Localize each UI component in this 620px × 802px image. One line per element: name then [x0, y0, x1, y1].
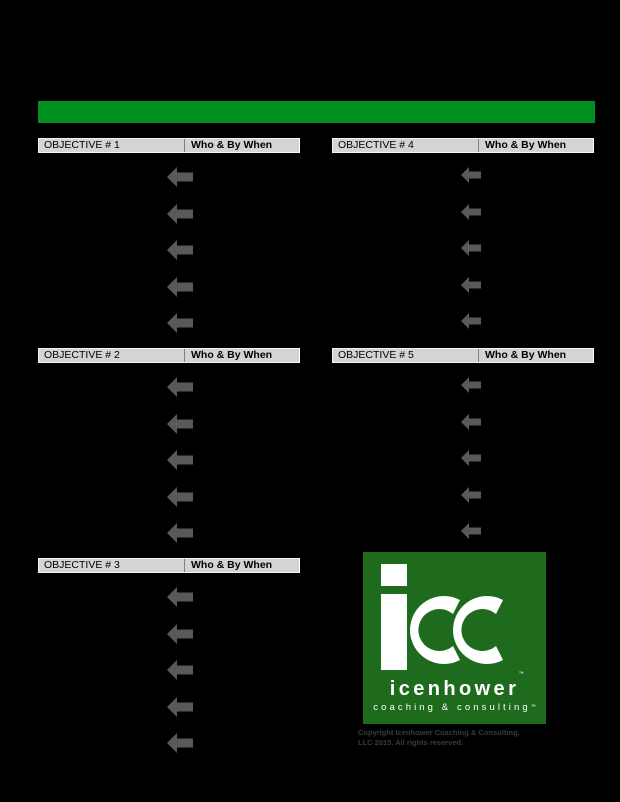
- objective-row: [332, 400, 594, 437]
- objective-row: [38, 299, 300, 336]
- objective-header-4: OBJECTIVE # 4 Who & By When: [332, 138, 594, 153]
- copyright-notice: Copyright Icenhower Coaching & Consultin…: [358, 728, 520, 747]
- left-arrow-icon: [460, 376, 482, 394]
- objective-rows-1: [38, 153, 300, 336]
- objective-row: [332, 363, 594, 400]
- left-arrow-icon: [460, 239, 482, 257]
- objective-who-label-1: Who & By When: [191, 139, 273, 151]
- objective-title-3: OBJECTIVE # 3: [39, 559, 185, 572]
- objective-block-3: OBJECTIVE # 3 Who & By When: [38, 558, 300, 756]
- logo-tagline: coaching & consulting™: [363, 702, 546, 713]
- objective-row: [38, 263, 300, 300]
- objective-rows-2: [38, 363, 300, 546]
- left-arrow-icon: [166, 486, 194, 508]
- left-arrow-icon: [460, 203, 482, 221]
- objective-row: [332, 509, 594, 546]
- left-arrow-icon: [166, 449, 194, 471]
- left-arrow-icon: [460, 312, 482, 330]
- objective-row: [38, 400, 300, 437]
- objective-rows-3: [38, 573, 300, 756]
- objective-block-4: OBJECTIVE # 4 Who & By When: [332, 138, 594, 336]
- left-arrow-icon: [166, 276, 194, 298]
- objective-who-label-3: Who & By When: [191, 559, 273, 571]
- objective-row: [38, 509, 300, 546]
- left-arrow-icon: [166, 659, 194, 681]
- left-arrow-icon: [460, 486, 482, 504]
- left-arrow-icon: [166, 732, 194, 754]
- left-arrow-icon: [166, 586, 194, 608]
- left-arrow-icon: [166, 312, 194, 334]
- left-arrow-icon: [166, 413, 194, 435]
- objective-title-5: OBJECTIVE # 5: [333, 349, 479, 362]
- left-arrow-icon: [166, 623, 194, 645]
- objective-row: [332, 473, 594, 510]
- icc-monogram-icon: [373, 558, 523, 676]
- objective-block-1: OBJECTIVE # 1 Who & By When: [38, 138, 300, 336]
- green-header-banner: [38, 101, 595, 123]
- left-arrow-icon: [460, 413, 482, 431]
- objective-title-4: OBJECTIVE # 4: [333, 139, 479, 152]
- objective-block-2: OBJECTIVE # 2 Who & By When: [38, 348, 300, 546]
- objective-who-label-4: Who & By When: [485, 139, 567, 151]
- tagline-trademark-icon: ™: [530, 704, 536, 710]
- left-arrow-icon: [460, 449, 482, 467]
- left-arrow-icon: [166, 166, 194, 188]
- left-arrow-icon: [166, 239, 194, 261]
- objective-row: [38, 436, 300, 473]
- objective-header-5: OBJECTIVE # 5 Who & By When: [332, 348, 594, 363]
- objective-row: [332, 226, 594, 263]
- objective-header-3: OBJECTIVE # 3 Who & By When: [38, 558, 300, 573]
- objective-row: [38, 473, 300, 510]
- left-arrow-icon: [166, 522, 194, 544]
- objective-row: [332, 263, 594, 300]
- logo-wordmark: icenhower: [389, 678, 520, 700]
- objective-block-5: OBJECTIVE # 5 Who & By When: [332, 348, 594, 546]
- objective-row: [332, 436, 594, 473]
- objective-title-1: OBJECTIVE # 1: [39, 139, 185, 152]
- objective-row: [38, 153, 300, 190]
- left-arrow-icon: [460, 522, 482, 540]
- left-arrow-icon: [460, 276, 482, 294]
- trademark-icon: ™: [518, 671, 524, 677]
- objective-row: [332, 299, 594, 336]
- objective-header-2: OBJECTIVE # 2 Who & By When: [38, 348, 300, 363]
- objective-title-2: OBJECTIVE # 2: [39, 349, 185, 362]
- objective-row: [38, 190, 300, 227]
- logo-tagline-text: coaching & consulting: [373, 702, 531, 713]
- objective-header-1: OBJECTIVE # 1 Who & By When: [38, 138, 300, 153]
- objective-rows-5: [332, 363, 594, 546]
- objective-who-label-5: Who & By When: [485, 349, 567, 361]
- objective-row: [38, 363, 300, 400]
- objective-who-label-2: Who & By When: [191, 349, 273, 361]
- objective-row: [38, 646, 300, 683]
- objective-row: [38, 573, 300, 610]
- objective-row: [38, 683, 300, 720]
- objective-row: [332, 153, 594, 190]
- objective-row: [38, 719, 300, 756]
- objective-row: [332, 190, 594, 227]
- left-arrow-icon: [460, 166, 482, 184]
- objective-row: [38, 610, 300, 647]
- icc-logo-card: ™ icenhower coaching & consulting™: [363, 552, 546, 724]
- objective-row: [38, 226, 300, 263]
- left-arrow-icon: [166, 203, 194, 225]
- left-arrow-icon: [166, 376, 194, 398]
- objective-rows-4: [332, 153, 594, 336]
- left-arrow-icon: [166, 696, 194, 718]
